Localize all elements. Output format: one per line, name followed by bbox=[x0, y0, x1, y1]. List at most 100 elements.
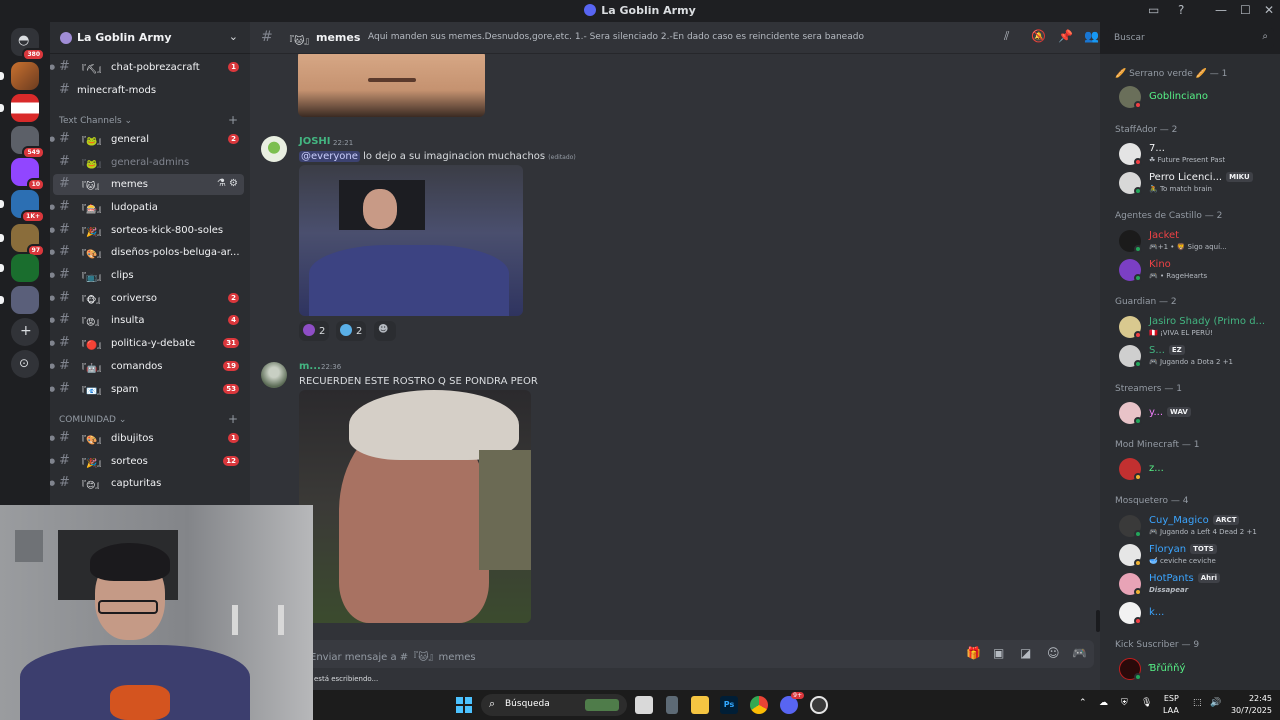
discord-taskbar-icon[interactable]: 9+ bbox=[780, 692, 804, 714]
channel-topic[interactable]: Aqui manden sus memes.Desnudos,gore,etc.… bbox=[368, 32, 864, 42]
explore-button[interactable]: ⊙ bbox=[11, 350, 39, 378]
discord-logo-icon: ◓ bbox=[18, 33, 30, 48]
volume-icon[interactable]: 🔊 bbox=[1210, 698, 1221, 708]
member-item[interactable]: Jasiro Shady (Primo d... 🇵🇪 ¡VIVA EL PERÚ… bbox=[1108, 312, 1276, 340]
pin-icon[interactable]: 📌 bbox=[1058, 29, 1073, 43]
channel-ludopatia[interactable]: ● # 『🎰』 ludopatia bbox=[50, 197, 244, 218]
message-image-attachment[interactable] bbox=[299, 165, 523, 316]
search-input[interactable] bbox=[1114, 31, 1244, 45]
member-item[interactable]: Floryan TOTS 🥣 ceviche ceviche bbox=[1108, 540, 1276, 568]
task-view-icon[interactable] bbox=[635, 696, 653, 714]
gift-icon[interactable]: 🎁 bbox=[966, 646, 981, 660]
photoshop-icon[interactable]: Ps bbox=[720, 696, 738, 714]
gif-icon[interactable]: ▣ bbox=[993, 646, 1004, 660]
server-icon-6[interactable]: 97 bbox=[0, 224, 45, 257]
everyone-mention[interactable]: @everyone bbox=[299, 151, 360, 162]
server-icon-psbiist[interactable] bbox=[0, 94, 39, 122]
add-channel-icon[interactable]: + bbox=[228, 412, 238, 426]
member-item[interactable]: S... EZ 🎮 Jugando a Dota 2 +1 bbox=[1108, 341, 1276, 369]
avatar[interactable] bbox=[261, 136, 287, 162]
previous-message-image[interactable] bbox=[298, 54, 485, 117]
category-comunidad[interactable]: COMUNIDAD ⌄ bbox=[59, 415, 126, 425]
network-icon[interactable]: ⬚ bbox=[1193, 698, 1202, 708]
server-icon-1[interactable] bbox=[0, 62, 39, 90]
add-server-button[interactable]: + bbox=[11, 318, 39, 346]
member-item[interactable]: y... WAV bbox=[1108, 398, 1276, 426]
member-item[interactable]: HotPants Ahri Dissapear bbox=[1108, 569, 1276, 597]
member-item[interactable]: Ɓřűñňý bbox=[1108, 654, 1276, 682]
close-button[interactable]: ✕ bbox=[1264, 3, 1274, 17]
search-box[interactable]: ⌕ bbox=[1108, 28, 1274, 48]
channel-clips[interactable]: ● # 『📺』 clips bbox=[50, 265, 244, 286]
threads-icon[interactable]: ⫽ bbox=[1004, 29, 1009, 44]
channel-minecraft-mods[interactable]: # minecraft-mods bbox=[53, 80, 244, 101]
maximize-button[interactable]: ☐ bbox=[1240, 3, 1251, 17]
member-list-icon[interactable]: 👥 bbox=[1084, 29, 1099, 43]
guild-header[interactable]: La Goblin Army ⌄ bbox=[50, 22, 250, 54]
message-author[interactable]: JOSHI bbox=[299, 136, 331, 147]
tray-overflow-icon[interactable]: ⌃ bbox=[1079, 698, 1087, 708]
file-explorer-icon[interactable] bbox=[691, 696, 709, 714]
server-icon-8[interactable] bbox=[0, 286, 39, 314]
channel-spam[interactable]: ● # 『📧』 spam 53 bbox=[50, 379, 244, 400]
channel-comandos[interactable]: ● # 『🤖』 comandos 19 bbox=[50, 356, 244, 377]
channel-settings-icons[interactable]: ⚗ ⚙ bbox=[217, 178, 238, 189]
member-item[interactable]: Kino 🎮 • RageHearts bbox=[1108, 255, 1276, 283]
discord-home-button[interactable]: ◓ 380 bbox=[11, 28, 45, 61]
channel-sorteos[interactable]: ● # 『🎉』 sorteos 12 bbox=[50, 451, 244, 472]
inbox-icon[interactable]: ▭ bbox=[1148, 3, 1159, 17]
channel-sorteos-kick[interactable]: ● # 『🎉』 sorteos-kick-800-soles bbox=[50, 220, 244, 241]
reaction-eggplant[interactable]: 2 bbox=[299, 321, 330, 341]
member-item[interactable]: Goblinciano bbox=[1108, 82, 1276, 110]
channel-dibujitos[interactable]: ● # 『🎨』 dibujitos 1 bbox=[50, 428, 244, 449]
channel-chat-pobrezacraft[interactable]: ● # 『⛏』 chat-pobrezacraft 1 bbox=[50, 57, 244, 78]
message-composer[interactable]: Enviar mensaje a #『🐱』memes 🎁 ▣ ◪ ☺ 🎮 bbox=[258, 640, 1094, 668]
status-online-icon bbox=[1134, 360, 1142, 368]
member-item[interactable]: Jacket 🎮+1 • 🦁 Sigo aquí... bbox=[1108, 226, 1276, 254]
app-icon[interactable] bbox=[666, 696, 678, 714]
windows-start-icon[interactable] bbox=[456, 697, 472, 713]
add-reaction-button[interactable]: ☻ bbox=[374, 321, 396, 341]
server-icon-7[interactable] bbox=[0, 254, 39, 282]
category-text-channels[interactable]: Text Channels ⌄ bbox=[59, 116, 132, 126]
language-indicator[interactable]: ESP LAA bbox=[1163, 693, 1179, 717]
channel-capturitas[interactable]: ● # 『😊』 capturitas bbox=[50, 473, 244, 494]
mention-count: 4 bbox=[228, 315, 239, 325]
server-icon-twitch[interactable]: 10 bbox=[11, 158, 45, 191]
channel-insulta[interactable]: ● # 『😡』 insulta 4 bbox=[50, 310, 244, 331]
minimize-button[interactable]: — bbox=[1215, 3, 1227, 17]
channel-disenos-polos[interactable]: ● # 『🎨』 diseños-polos-beluga-ar... bbox=[50, 242, 244, 263]
composer-placeholder[interactable]: Enviar mensaje a #『🐱』memes bbox=[310, 648, 476, 663]
sticker-icon[interactable]: ◪ bbox=[1020, 646, 1031, 660]
server-icon-3[interactable]: 549 bbox=[11, 126, 45, 159]
member-item[interactable]: k... bbox=[1108, 598, 1276, 626]
member-item[interactable]: Cuy_Magico ARCT 🎮 Jugando a Left 4 Dead 2 … bbox=[1108, 511, 1276, 539]
security-icon[interactable]: ⛨ bbox=[1121, 698, 1128, 708]
obs-icon[interactable] bbox=[810, 696, 828, 714]
taskbar-search[interactable]: ⌕ Búsqueda bbox=[481, 694, 627, 716]
microphone-icon[interactable]: 🎙 bbox=[1141, 698, 1152, 708]
help-icon[interactable]: ? bbox=[1178, 3, 1184, 17]
avatar[interactable] bbox=[261, 362, 287, 388]
chrome-icon[interactable] bbox=[750, 696, 768, 714]
member-item[interactable]: 7... ☘ Future Present Past bbox=[1108, 139, 1276, 167]
channel-coriverso[interactable]: ● # 『🐵』 coriverso 2 bbox=[50, 288, 244, 309]
member-item[interactable]: Perro Licenci... MIKU 🚴 To match brain bbox=[1108, 168, 1276, 196]
message-image-attachment[interactable] bbox=[299, 390, 531, 623]
member-name: Perro Licenci... MIKU bbox=[1149, 172, 1253, 183]
member-item[interactable]: z... bbox=[1108, 454, 1276, 482]
unread-dot-icon: ● bbox=[50, 226, 56, 234]
reaction-sweat-drops[interactable]: 2 bbox=[336, 321, 367, 341]
message-author[interactable]: m... bbox=[299, 361, 321, 372]
add-channel-icon[interactable]: + bbox=[228, 113, 238, 127]
cloud-icon[interactable]: ☁ bbox=[1099, 698, 1108, 708]
channel-general-admins[interactable]: # 『🐸』 general-admins bbox=[53, 152, 244, 173]
server-icon-5[interactable]: 1K+ bbox=[0, 190, 45, 223]
apps-icon[interactable]: 🎮 bbox=[1072, 646, 1087, 660]
emoji-icon[interactable]: ☺ bbox=[1047, 646, 1060, 660]
channel-memes[interactable]: # 『🐱』 memes ⚗ ⚙ bbox=[53, 174, 244, 195]
notifications-muted-icon[interactable]: 🔕 bbox=[1031, 29, 1046, 43]
channel-general[interactable]: ● # 『🐸』 general 2 bbox=[50, 129, 244, 150]
channel-politica-y-debate[interactable]: ● # 『🔴』 politica-y-debate 31 bbox=[50, 333, 244, 354]
system-clock[interactable]: 22:45 30/7/2025 bbox=[1228, 693, 1272, 717]
